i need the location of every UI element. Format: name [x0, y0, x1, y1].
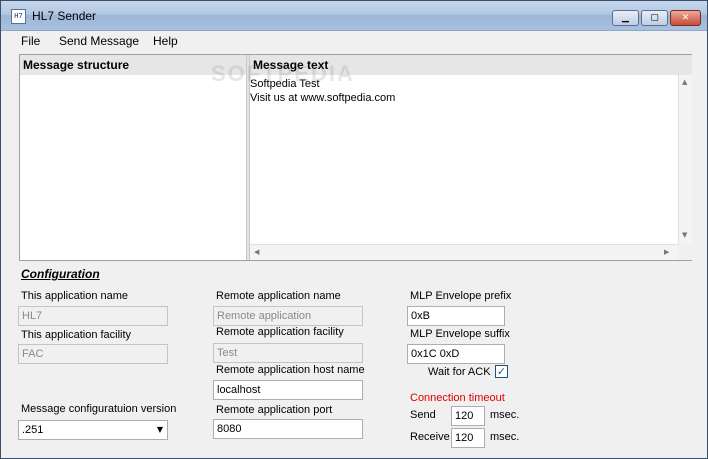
send-timeout-unit: msec.: [490, 409, 520, 421]
mlp-prefix-input[interactable]: 0xB: [407, 306, 505, 326]
wait-ack-checkbox[interactable]: ✓: [495, 365, 508, 378]
remote-port-label: Remote application port: [216, 404, 333, 416]
scroll-right-arrow-icon[interactable]: ▶: [664, 248, 669, 256]
remote-app-name-label: Remote application name: [216, 290, 341, 302]
menu-bar: File Send Message Help: [1, 31, 707, 51]
menu-send-message[interactable]: Send Message: [59, 34, 139, 48]
mlp-prefix-label: MLP Envelope prefix: [410, 290, 512, 302]
message-panes: Message structure Message text Softpedia…: [19, 54, 692, 261]
config-version-select[interactable]: .251 ▼: [18, 420, 168, 440]
app-window: H7 HL7 Sender ▁ ▢ ✕ File Send Message He…: [0, 0, 708, 459]
scroll-down-arrow-icon[interactable]: ▼: [682, 231, 687, 239]
scroll-left-arrow-icon[interactable]: ◀: [254, 248, 259, 256]
this-app-facility-field[interactable]: FAC: [18, 344, 168, 364]
hl7-app-icon: H7: [11, 9, 26, 24]
mlp-suffix-input[interactable]: 0x1C 0xD: [407, 344, 505, 364]
connection-timeout-title: Connection timeout: [410, 392, 505, 404]
configuration-title: Configuration: [21, 267, 100, 281]
receive-timeout-label: Receive: [410, 431, 450, 443]
this-app-name-label: This application name: [21, 290, 129, 302]
mlp-suffix-label: MLP Envelope suffix: [410, 328, 510, 340]
remote-port-input[interactable]: 8080: [213, 419, 363, 439]
vertical-scrollbar[interactable]: ▲ ▼: [678, 75, 692, 244]
scroll-corner: [678, 244, 692, 260]
scroll-up-arrow-icon[interactable]: ▲: [682, 78, 687, 86]
remote-host-input[interactable]: localhost: [213, 380, 363, 400]
menu-file[interactable]: File: [21, 34, 40, 48]
send-timeout-input[interactable]: 120: [451, 406, 485, 426]
wait-ack-label[interactable]: Wait for ACK: [428, 366, 491, 378]
close-button[interactable]: ✕: [670, 10, 701, 26]
this-app-name-field[interactable]: HL7: [18, 306, 168, 326]
message-line: Visit us at www.softpedia.com: [250, 92, 396, 104]
send-timeout-label: Send: [410, 409, 436, 421]
config-version-value: .251: [22, 424, 44, 436]
horizontal-scrollbar[interactable]: ◀ ▶: [250, 244, 678, 260]
menu-help[interactable]: Help: [153, 34, 178, 48]
this-app-facility-label: This application facility: [21, 329, 132, 341]
window-title: HL7 Sender: [32, 9, 97, 23]
receive-timeout-unit: msec.: [490, 431, 520, 443]
message-structure-tree[interactable]: [20, 75, 246, 260]
minimize-button[interactable]: ▁: [612, 10, 639, 26]
maximize-button[interactable]: ▢: [641, 10, 668, 26]
config-version-label: Message configuratuion version: [21, 403, 177, 415]
chevron-down-icon[interactable]: ▼: [157, 421, 163, 439]
remote-app-facility-label: Remote application facility: [216, 326, 344, 338]
remote-app-facility-field[interactable]: Test: [213, 343, 363, 363]
receive-timeout-input[interactable]: 120: [451, 428, 485, 448]
message-text-editor[interactable]: Softpedia Test Visit us at www.softpedia…: [250, 75, 678, 244]
remote-host-label: Remote application host name: [216, 364, 365, 376]
softpedia-watermark: SOFTPEDIA: [211, 61, 355, 86]
title-bar[interactable]: H7 HL7 Sender ▁ ▢ ✕: [1, 1, 707, 31]
remote-app-name-field[interactable]: Remote application: [213, 306, 363, 326]
